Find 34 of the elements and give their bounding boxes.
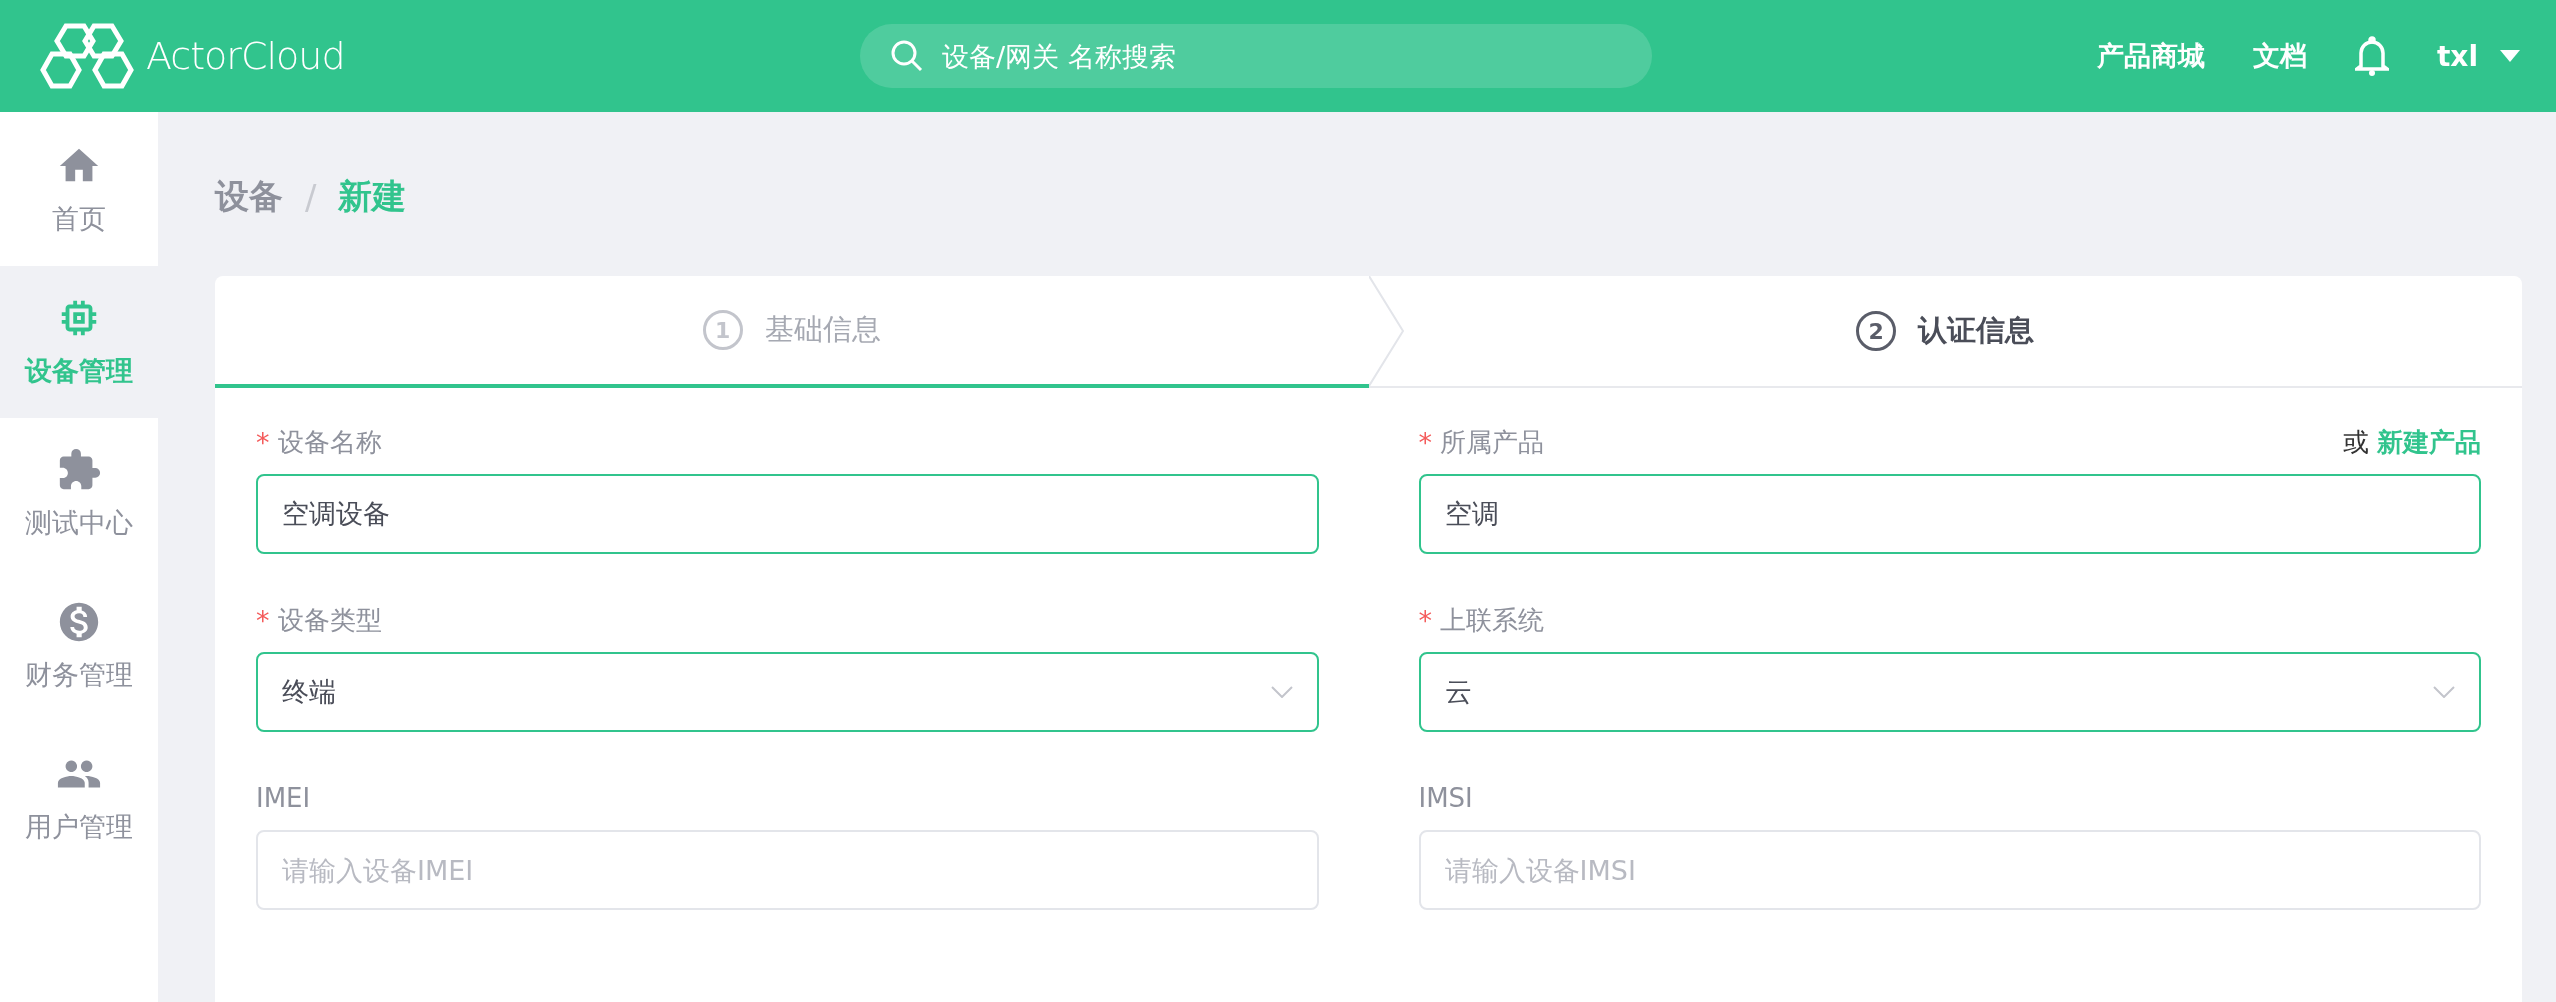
required-mark: * [1418,426,1432,458]
select-field[interactable]: 终端 [256,652,1319,732]
field-label: 上联系统 [1440,603,1544,637]
required-mark: * [256,604,270,636]
field-label: 设备类型 [277,603,382,637]
caret-icon [2500,50,2520,62]
nav-link[interactable]: 产品商城 [2096,38,2205,74]
chevron-down-icon [2433,686,2455,698]
bell-icon[interactable] [2354,36,2389,76]
required-mark: * [256,426,270,458]
breadcrumb-item[interactable]: 设备 [215,174,283,220]
user-menu[interactable]: txl [2436,39,2520,73]
step-tab[interactable]: 2 认证信息 [1368,276,2522,386]
field-label: 设备名称 [277,425,382,459]
chevron-down-icon [1270,686,1293,698]
logo-text: ActorCloud [146,34,345,78]
logo-icon [38,22,136,90]
input-field[interactable]: 空调设备 [256,474,1319,554]
sidebar-item[interactable]: 设备管理 [0,266,158,418]
select-field[interactable]: 云 [1418,652,2481,732]
field-label: IMSI [1418,783,1473,813]
nav-link[interactable]: 文档 [2252,38,2307,74]
field-label: IMEI [256,783,311,813]
step-tab[interactable]: 1 基础信息 [215,276,1369,388]
breadcrumb-separator: / [305,177,317,217]
new-product-link[interactable]: 新建产品 [2377,424,2481,460]
field-label: 所属产品 [1440,425,1544,459]
or-text: 或 [2343,425,2369,459]
input-field[interactable]: 请输入设备IMEI [256,830,1319,910]
input-field[interactable]: 空调 [1418,474,2481,554]
search-icon [890,39,924,73]
required-mark: * [1418,604,1432,636]
input-field[interactable]: 请输入设备IMSI [1418,830,2481,910]
breadcrumb-item: 新建 [338,175,407,218]
